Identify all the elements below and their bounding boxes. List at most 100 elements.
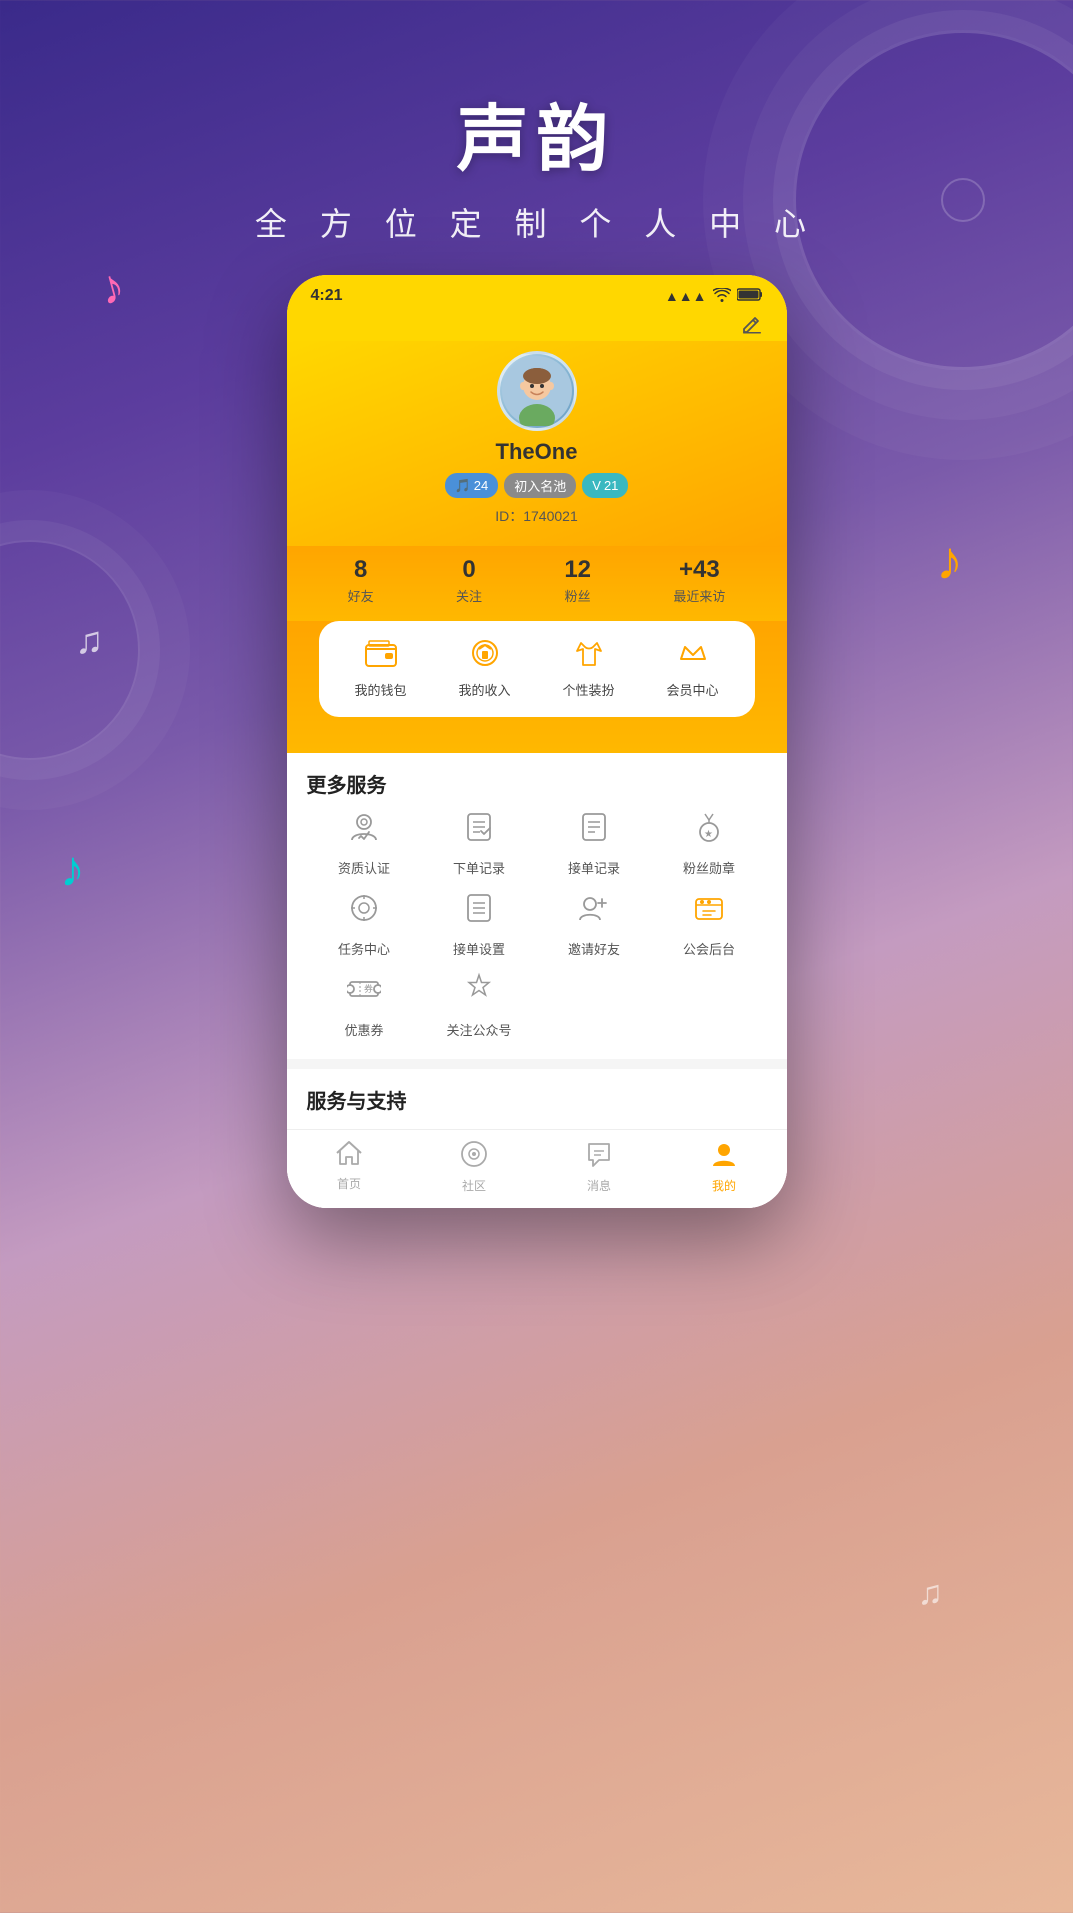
nav-messages[interactable]: 消息 bbox=[537, 1140, 662, 1194]
order-settings-icon bbox=[422, 891, 537, 933]
stat-friends[interactable]: 8 好友 bbox=[348, 556, 374, 605]
messages-icon bbox=[537, 1140, 662, 1175]
service-coupon[interactable]: 券 优惠券 bbox=[307, 972, 422, 1039]
task-icon bbox=[307, 891, 422, 933]
stat-visitors[interactable]: +43 最近来访 bbox=[673, 556, 725, 605]
badges-row: 🎵 24 初入名池 V 21 bbox=[287, 473, 787, 498]
svg-text:★: ★ bbox=[704, 829, 713, 840]
follow-wechat-icon bbox=[422, 972, 537, 1014]
stat-friends-label: 好友 bbox=[348, 586, 374, 605]
service-order-placed[interactable]: 下单记录 bbox=[422, 810, 537, 877]
bg-vinyl-left bbox=[0, 540, 140, 760]
income-icon bbox=[433, 639, 537, 674]
stat-friends-number: 8 bbox=[348, 556, 374, 584]
menu-wallet[interactable]: 我的钱包 bbox=[329, 639, 433, 699]
badge-vip: V 21 bbox=[582, 473, 628, 498]
medal-icon: ★ bbox=[652, 810, 767, 852]
status-time: 4:21 bbox=[311, 287, 343, 305]
status-icons: ▲▲▲ bbox=[665, 288, 763, 305]
nav-home-label: 首页 bbox=[287, 1175, 412, 1192]
stat-visitors-label: 最近来访 bbox=[673, 586, 725, 605]
menu-vip[interactable]: 会员中心 bbox=[641, 639, 745, 699]
home-icon bbox=[287, 1140, 412, 1173]
music-note-cyan: ♪ bbox=[60, 840, 85, 898]
wallet-icon bbox=[329, 639, 433, 674]
menu-income[interactable]: 我的收入 bbox=[433, 639, 537, 699]
community-icon bbox=[412, 1140, 537, 1175]
coupon-icon: 券 bbox=[307, 972, 422, 1014]
service-medal-label: 粉丝勋章 bbox=[652, 858, 767, 877]
service-cert-label: 资质认证 bbox=[307, 858, 422, 877]
fans-icon: 🎵 bbox=[455, 478, 471, 494]
vip-icon: V bbox=[592, 478, 601, 493]
service-order-settings[interactable]: 接单设置 bbox=[422, 891, 537, 958]
divider bbox=[287, 1059, 787, 1069]
more-services-title: 更多服务 bbox=[307, 753, 767, 810]
service-coupon-label: 优惠券 bbox=[307, 1020, 422, 1039]
service-order-received[interactable]: 接单记录 bbox=[537, 810, 652, 877]
wifi-icon bbox=[713, 288, 731, 305]
music-note-white-bottom: ♫ bbox=[918, 1574, 944, 1613]
service-task-label: 任务中心 bbox=[307, 939, 422, 958]
edit-button-area[interactable] bbox=[287, 309, 787, 341]
stat-fans[interactable]: 12 粉丝 bbox=[564, 556, 591, 605]
music-note-pink: ♪ bbox=[93, 258, 130, 317]
stat-following[interactable]: 0 关注 bbox=[456, 556, 482, 605]
avatar-area: TheOne 🎵 24 初入名池 V 21 ID：1740021 bbox=[287, 341, 787, 546]
stat-visitors-number: +43 bbox=[673, 556, 725, 584]
service-guild[interactable]: 公会后台 bbox=[652, 891, 767, 958]
nav-messages-label: 消息 bbox=[537, 1177, 662, 1194]
stat-fans-number: 12 bbox=[564, 556, 591, 584]
battery-icon bbox=[737, 288, 763, 304]
svg-text:券: 券 bbox=[364, 983, 373, 994]
service-order-placed-label: 下单记录 bbox=[422, 858, 537, 877]
music-note-orange: ♪ bbox=[936, 530, 963, 592]
service-invite-label: 邀请好友 bbox=[537, 939, 652, 958]
invite-icon bbox=[537, 891, 652, 933]
service-order-received-label: 接单记录 bbox=[537, 858, 652, 877]
avatar[interactable] bbox=[497, 351, 577, 431]
quick-menu-row: 我的钱包 我的收入 bbox=[329, 639, 745, 699]
stat-fans-label: 粉丝 bbox=[564, 586, 591, 605]
guild-icon bbox=[652, 891, 767, 933]
profile-section: 4:21 ▲▲▲ bbox=[287, 275, 787, 753]
badge-fans: 🎵 24 bbox=[445, 473, 499, 498]
bottom-nav: 首页 社区 消息 bbox=[287, 1129, 787, 1208]
menu-wallet-label: 我的钱包 bbox=[329, 680, 433, 699]
stat-following-number: 0 bbox=[456, 556, 482, 584]
menu-outfit-label: 个性装扮 bbox=[537, 680, 641, 699]
nav-community[interactable]: 社区 bbox=[412, 1140, 537, 1194]
menu-income-label: 我的收入 bbox=[433, 680, 537, 699]
music-note-white-left: ♫ bbox=[75, 620, 104, 663]
badge-rank: 初入名池 bbox=[504, 473, 576, 498]
service-medal[interactable]: ★ 粉丝勋章 bbox=[652, 810, 767, 877]
nav-community-label: 社区 bbox=[412, 1177, 537, 1194]
quick-menu-card: 我的钱包 我的收入 bbox=[319, 621, 755, 717]
user-id: ID：1740021 bbox=[287, 506, 787, 526]
cert-icon bbox=[307, 810, 422, 852]
order-placed-icon bbox=[422, 810, 537, 852]
support-title: 服务与支持 bbox=[307, 1069, 767, 1126]
order-received-icon bbox=[537, 810, 652, 852]
stat-following-label: 关注 bbox=[456, 586, 482, 605]
status-bar: 4:21 ▲▲▲ bbox=[287, 275, 787, 309]
service-guild-label: 公会后台 bbox=[652, 939, 767, 958]
nav-profile-label: 我的 bbox=[662, 1177, 787, 1194]
more-services-section: 更多服务 资质认证 bbox=[287, 753, 787, 1059]
stats-row: 8 好友 0 关注 12 粉丝 +43 最近来访 bbox=[287, 546, 787, 621]
menu-outfit[interactable]: 个性装扮 bbox=[537, 639, 641, 699]
profile-nav-icon bbox=[662, 1140, 787, 1175]
edit-icon[interactable] bbox=[741, 315, 763, 340]
signal-icon: ▲▲▲ bbox=[665, 288, 707, 304]
service-invite[interactable]: 邀请好友 bbox=[537, 891, 652, 958]
service-follow-wechat[interactable]: 关注公众号 bbox=[422, 972, 537, 1039]
service-follow-wechat-label: 关注公众号 bbox=[422, 1020, 537, 1039]
outfit-icon bbox=[537, 639, 641, 674]
service-task[interactable]: 任务中心 bbox=[307, 891, 422, 958]
service-order-settings-label: 接单设置 bbox=[422, 939, 537, 958]
service-grid: 资质认证 下单记录 bbox=[307, 810, 767, 1039]
service-cert[interactable]: 资质认证 bbox=[307, 810, 422, 877]
vip-icon bbox=[641, 639, 745, 674]
nav-profile[interactable]: 我的 bbox=[662, 1140, 787, 1194]
nav-home[interactable]: 首页 bbox=[287, 1140, 412, 1194]
